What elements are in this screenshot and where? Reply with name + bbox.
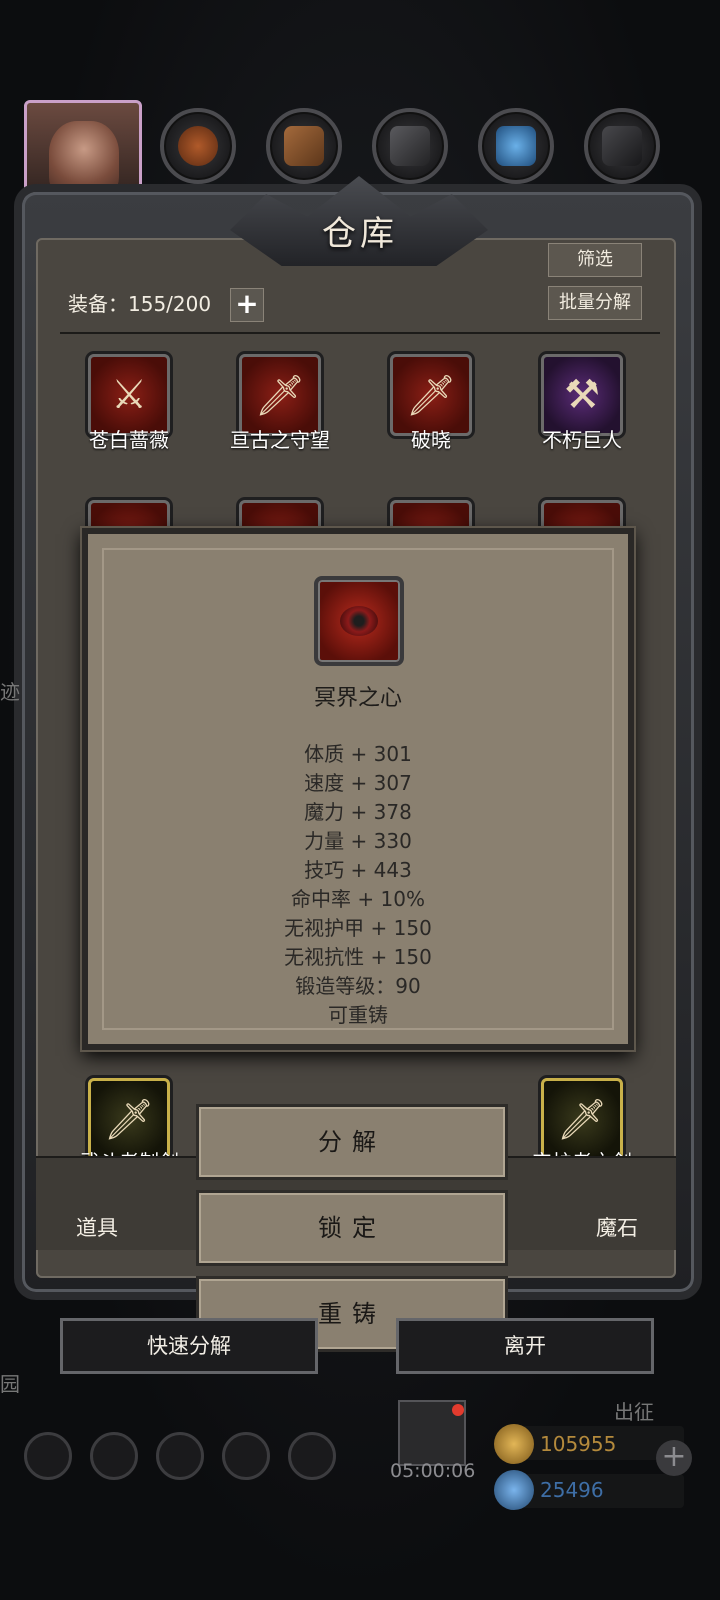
settings-icon[interactable] [24, 1432, 72, 1480]
equipment-capacity: 装备：155/200 [68, 292, 212, 316]
left-edge-label: 园 [0, 1372, 20, 1396]
gold-amount: 105955 [540, 1432, 617, 1456]
item-name: 不朽巨人 [542, 428, 622, 452]
item-name: 破晓 [411, 428, 451, 452]
stat-line: 无视抗性 + 150 [284, 945, 432, 969]
add-currency-button[interactable]: + [656, 1440, 692, 1476]
guild-icon[interactable] [156, 1432, 204, 1480]
gift-timer: 05:00:06 [390, 1460, 476, 1482]
item-tooltip: 冥界之心 体质 + 301 速度 + 307 魔力 + 378 力量 + 330… [82, 528, 634, 1050]
batch-decompose-button[interactable]: 批量分解 [548, 286, 642, 320]
header-divider [60, 332, 660, 334]
sword-icon: ⚔ [111, 372, 147, 418]
axe-icon: ⚒ [564, 372, 600, 418]
stone-resource-icon[interactable] [372, 108, 448, 184]
stat-line: 体质 + 301 [304, 742, 412, 766]
plank-resource-icon[interactable] [266, 108, 342, 184]
sword-icon: 🗡 [405, 372, 457, 419]
expand-capacity-button[interactable]: + [230, 288, 264, 322]
item-name: 苍白蔷薇 [89, 428, 169, 452]
stat-line: 无视护甲 + 150 [284, 916, 432, 940]
mail-icon[interactable] [222, 1432, 270, 1480]
eye-icon [314, 576, 404, 666]
quick-decompose-button[interactable]: 快速分解 [60, 1318, 318, 1374]
tooltip-item-name: 冥界之心 [313, 686, 402, 711]
stat-line: 力量 + 330 [304, 829, 412, 853]
gem-icon [494, 1470, 534, 1510]
map-icon[interactable] [288, 1432, 336, 1480]
iron-resource-icon[interactable] [584, 108, 660, 184]
sword-icon: 🗡 [103, 1096, 155, 1143]
item-name: 亘古之守望 [230, 428, 330, 452]
decompose-button[interactable]: 分解 [196, 1104, 508, 1180]
notification-dot [452, 1404, 464, 1416]
left-edge-label: 迹 [0, 680, 20, 704]
crystal-resource-icon[interactable] [478, 108, 554, 184]
hero-icon[interactable] [90, 1432, 138, 1480]
wood-resource-icon[interactable] [160, 108, 236, 184]
stat-line: 可重铸 [328, 1003, 388, 1027]
leave-button[interactable]: 离开 [396, 1318, 654, 1374]
filter-button[interactable]: 筛选 [548, 243, 642, 277]
gem-amount: 25496 [540, 1478, 604, 1502]
stat-line: 命中率 + 10% [291, 887, 425, 911]
expedition-label[interactable]: 出征 [614, 1396, 654, 1425]
lock-button[interactable]: 锁定 [196, 1190, 508, 1266]
tab-magic-stones[interactable]: 魔石 [596, 1212, 638, 1242]
sword-icon: 🗡 [556, 1096, 608, 1143]
stat-line: 魔力 + 378 [304, 800, 412, 824]
stat-line: 速度 + 307 [304, 771, 412, 795]
sword-icon: 🗡 [254, 372, 306, 419]
gold-coin-icon [494, 1424, 534, 1464]
stat-line: 技巧 + 443 [304, 858, 412, 882]
tab-items[interactable]: 道具 [76, 1212, 118, 1242]
stat-line: 锻造等级：90 [295, 974, 421, 998]
